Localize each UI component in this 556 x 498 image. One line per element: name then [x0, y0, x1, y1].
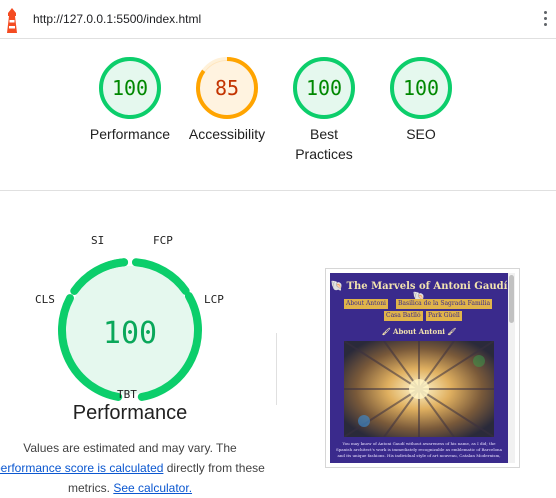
report-url: http://127.0.0.1:5500/index.html: [33, 12, 202, 26]
gauge-score: 85: [215, 76, 239, 100]
gauge-ring: 100: [293, 57, 355, 119]
lighthouse-icon: [7, 8, 17, 33]
metric-label-si: SI: [91, 234, 105, 247]
metric-label-cls: CLS: [35, 293, 55, 306]
screenshot-page: 🐚 The Marvels of Antoni Gaudí 🐚 About An…: [330, 273, 515, 463]
metric-label-tbt: TBT: [117, 388, 137, 401]
gauge-label: SEO: [406, 126, 436, 142]
gauge-label: Performance: [89, 126, 171, 142]
gauge-label: Best Practices: [295, 126, 353, 162]
performance-title: Performance: [72, 402, 188, 424]
gauge-ring: 85: [196, 57, 258, 119]
section-divider: [0, 190, 556, 191]
see-calculator-link[interactable]: See calculator.: [113, 481, 192, 495]
gauge-ring: 100: [390, 57, 452, 119]
gauge-score: 100: [112, 76, 148, 100]
vertical-divider: [276, 333, 277, 405]
category-gauge[interactable]: 100 SEO: [366, 56, 476, 144]
screenshot-scrollbar: [508, 273, 515, 463]
metric-label-lcp: LCP: [204, 293, 224, 306]
gauge-ring: 100: [99, 57, 161, 119]
performance-score-link[interactable]: performance score is calculated: [0, 461, 163, 475]
screenshot-nav-item: Park Güell: [426, 311, 462, 321]
kebab-menu-icon[interactable]: [544, 11, 548, 27]
category-gauge[interactable]: 100 Performance: [75, 56, 185, 144]
category-gauge[interactable]: 85 Accessibility: [172, 56, 282, 144]
sagrada-familia-image: [344, 341, 494, 437]
screenshot-subtitle: 🖌 About Antoni 🖌: [381, 327, 457, 336]
gauge-label: Accessibility: [188, 126, 266, 142]
note-line-1: Values are estimated and may vary. The: [23, 441, 237, 455]
screenshot-nav-item: About Antoni: [344, 299, 388, 309]
performance-score-value: 100: [103, 316, 157, 351]
metric-label-fcp: FCP: [153, 234, 173, 247]
note-line-3: metrics.: [67, 481, 114, 495]
gauge-score: 100: [306, 76, 342, 100]
report-topbar: http://127.0.0.1:5500/index.html: [0, 0, 556, 39]
final-screenshot-thumbnail[interactable]: 🐚 The Marvels of Antoni Gaudí 🐚 About An…: [325, 268, 520, 468]
note-line-2: directly from these: [163, 461, 265, 475]
category-gauge[interactable]: 100 Best Practices: [269, 56, 379, 164]
screenshot-nav-item: Casa Batlló: [384, 311, 423, 321]
screenshot-nav-item: Basilica de la Sagrada Familia: [396, 299, 493, 309]
gauge-score: 100: [403, 76, 439, 100]
screenshot-body-text: You may know of Antoni Gaudí without awa…: [336, 441, 502, 458]
